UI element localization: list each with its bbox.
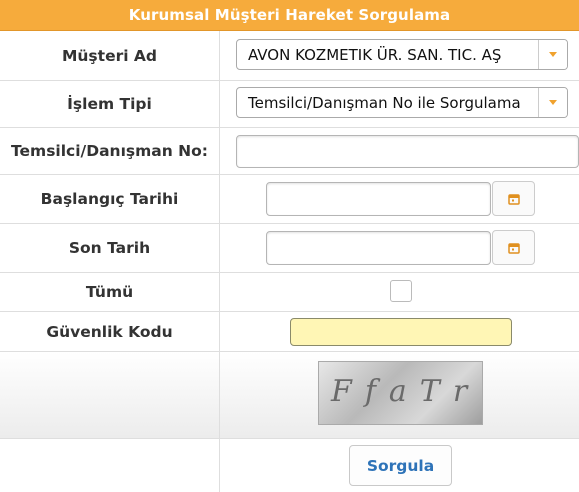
row-submit: Sorgula <box>0 439 579 492</box>
chevron-down-icon[interactable] <box>538 40 567 69</box>
chevron-down-icon[interactable] <box>538 88 567 117</box>
transaction-type-label: İşlem Tipi <box>0 81 220 127</box>
calendar-icon <box>507 242 520 254</box>
row-customer: Müşteri Ad AVON KOZMETIK ÜR. SAN. TIC. A… <box>0 31 579 81</box>
rep-no-label: Temsilci/Danışman No: <box>0 128 220 174</box>
customer-select-value: AVON KOZMETIK ÜR. SAN. TIC. AŞ <box>248 45 502 64</box>
end-date-label: Son Tarih <box>0 224 220 272</box>
row-captcha: FfaTr <box>0 352 579 439</box>
rep-no-input[interactable] <box>236 135 579 168</box>
customer-label: Müşteri Ad <box>0 31 220 80</box>
all-checkbox[interactable] <box>390 280 412 302</box>
start-date-input[interactable] <box>266 182 491 216</box>
row-all: Tümü <box>0 273 579 312</box>
customer-select[interactable]: AVON KOZMETIK ÜR. SAN. TIC. AŞ <box>236 39 568 70</box>
start-date-calendar-button[interactable] <box>492 181 535 216</box>
calendar-icon <box>507 193 520 205</box>
start-date-label: Başlangıç Tarihi <box>0 175 220 223</box>
row-transaction-type: İşlem Tipi Temsilci/Danışman No ile Sorg… <box>0 81 579 128</box>
transaction-type-select-value: Temsilci/Danışman No ile Sorgulama <box>248 93 521 112</box>
submit-button[interactable]: Sorgula <box>349 445 452 486</box>
security-code-input[interactable] <box>290 318 512 346</box>
captcha-image: FfaTr <box>318 361 483 425</box>
end-date-calendar-button[interactable] <box>492 230 535 265</box>
row-rep-no: Temsilci/Danışman No: <box>0 128 579 175</box>
captcha-label-cell <box>0 352 220 438</box>
captcha-text: FfaTr <box>331 374 481 409</box>
transaction-type-select[interactable]: Temsilci/Danışman No ile Sorgulama <box>236 87 568 118</box>
submit-label-cell <box>0 439 220 492</box>
row-start-date: Başlangıç Tarihi <box>0 175 579 224</box>
form-title: Kurumsal Müşteri Hareket Sorgulama <box>128 6 451 24</box>
row-end-date: Son Tarih <box>0 224 579 273</box>
security-code-label: Güvenlik Kodu <box>0 312 220 351</box>
row-security-code: Güvenlik Kodu <box>0 312 579 352</box>
all-label: Tümü <box>0 273 220 311</box>
end-date-input[interactable] <box>266 231 491 265</box>
form-header: Kurumsal Müşteri Hareket Sorgulama <box>0 0 579 31</box>
